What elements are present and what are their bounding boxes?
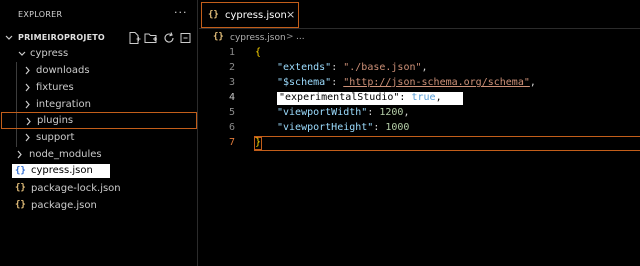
tree-item-label: integration [36, 99, 91, 110]
new-file-icon[interactable] [127, 31, 141, 45]
tree-file-package-json[interactable]: {} package.json [0, 197, 198, 214]
tree-folder-support[interactable]: support [0, 129, 198, 146]
chevron-right-icon [25, 83, 30, 92]
code-line: 3 "$schema": "http://json-schema.org/sch… [199, 76, 640, 91]
chevron-right-icon [25, 66, 30, 75]
breadcrumb-more[interactable]: ... [296, 32, 305, 42]
json-key: "viewportHeight" [277, 122, 374, 133]
line-number: 1 [228, 47, 235, 58]
tab-cypress-json[interactable]: {} cypress.json × [201, 2, 299, 28]
tab-label: cypress.json [225, 10, 287, 21]
json-key: "experimentalStudio" [279, 92, 400, 103]
tree-item-label: package.json [31, 200, 97, 211]
tree-item-label: plugins [37, 115, 74, 126]
tree-folder-downloads[interactable]: downloads [0, 62, 198, 79]
chevron-down-icon [5, 35, 13, 40]
code-line-highlighted: 4 "experimentalStudio": true, [199, 91, 640, 106]
chevron-right-icon [17, 150, 22, 159]
json-file-icon: {} [208, 10, 219, 20]
tree-folder-cypress[interactable]: cypress [0, 45, 198, 62]
tree-file-package-lock-json[interactable]: {} package-lock.json [0, 180, 198, 197]
tree-item-label: cypress.json [31, 165, 93, 176]
line-number: 4 [228, 92, 235, 103]
breadcrumb-file[interactable]: cypress.json [230, 33, 286, 43]
line-number: 5 [228, 107, 235, 118]
tree-file-cypress-json[interactable]: {} cypress.json [12, 164, 110, 178]
tab-strip: {} cypress.json × [199, 0, 640, 29]
code-line-current: 7 } [199, 136, 640, 151]
new-folder-icon[interactable] [144, 31, 158, 45]
breadcrumb-separator: > [286, 32, 294, 42]
code-line: 2 "extends": "./base.json", [199, 61, 640, 76]
explorer-sidebar: EXPLORER ··· PRIMEIROPROJETO cypress dow… [0, 0, 198, 266]
editor-pane: {} cypress.json × {} cypress.json > ... … [199, 0, 640, 266]
json-file-icon: {} [213, 32, 224, 42]
chevron-right-icon [25, 100, 30, 109]
code-line: 1 { [199, 46, 640, 61]
json-value: 1000 [385, 122, 410, 133]
tree-item-label: node_modules [29, 149, 102, 160]
breadcrumb: {} cypress.json > ... [199, 30, 640, 46]
chevron-right-icon [25, 133, 30, 142]
current-line-highlight [254, 136, 640, 151]
code-text: "viewportWidth": 1200, [277, 107, 410, 118]
line-number: 3 [228, 77, 235, 88]
json-trail: , [403, 107, 410, 118]
refresh-icon[interactable] [162, 31, 176, 45]
code-text: "experimentalStudio": true, [279, 92, 442, 103]
json-value: "./base.json" [343, 62, 422, 73]
collapse-all-icon[interactable] [179, 31, 193, 45]
chevron-right-icon [26, 117, 31, 126]
code-text: "extends": "./base.json", [277, 62, 428, 73]
schema-link[interactable]: "http://json-schema.org/schema" [343, 77, 530, 88]
code-editor[interactable]: 1 { 2 "extends": "./base.json", 3 "$sche… [199, 46, 640, 266]
json-value: 1200 [379, 107, 404, 118]
json-key: "extends" [277, 62, 332, 73]
line-number: 7 [228, 137, 235, 148]
tree-folder-node-modules[interactable]: node_modules [0, 146, 198, 163]
json-file-icon: {} [15, 183, 26, 193]
tree-folder-plugins[interactable]: plugins [1, 112, 197, 129]
tree-item-label: cypress [30, 48, 69, 59]
json-trail: , [529, 77, 536, 88]
line-number: 2 [228, 62, 235, 73]
tree-item-label: package-lock.json [31, 183, 121, 194]
code-line: 6 "viewportHeight": 1000 [199, 121, 640, 136]
line-number: 6 [228, 122, 235, 133]
close-icon[interactable]: × [286, 8, 295, 21]
project-root[interactable]: PRIMEIROPROJETO [0, 30, 198, 46]
tree-item-label: downloads [36, 65, 90, 76]
project-name: PRIMEIROPROJETO [18, 33, 105, 42]
json-file-icon: {} [15, 166, 26, 176]
more-actions-icon[interactable]: ··· [174, 6, 188, 19]
code-line: 5 "viewportWidth": 1200, [199, 106, 640, 121]
tree-item-label: fixtures [36, 82, 74, 93]
json-key: "viewportWidth" [277, 107, 368, 118]
chevron-down-icon [18, 51, 26, 56]
explorer-title: EXPLORER [18, 10, 63, 19]
tree-item-label: support [36, 132, 75, 143]
json-trail: , [421, 62, 428, 73]
tree-folder-fixtures[interactable]: fixtures [0, 79, 198, 96]
explorer-header: EXPLORER ··· [0, 0, 198, 30]
code-text: } [255, 137, 262, 148]
code-text: "$schema": "http://json-schema.org/schem… [277, 77, 536, 88]
tree-folder-integration[interactable]: integration [0, 96, 198, 113]
code-text: "viewportHeight": 1000 [277, 122, 410, 133]
code-text: { [255, 47, 262, 58]
json-key: "$schema" [277, 77, 332, 88]
json-trail: , [435, 92, 442, 103]
json-file-icon: {} [15, 200, 26, 210]
json-value: true [411, 92, 436, 103]
